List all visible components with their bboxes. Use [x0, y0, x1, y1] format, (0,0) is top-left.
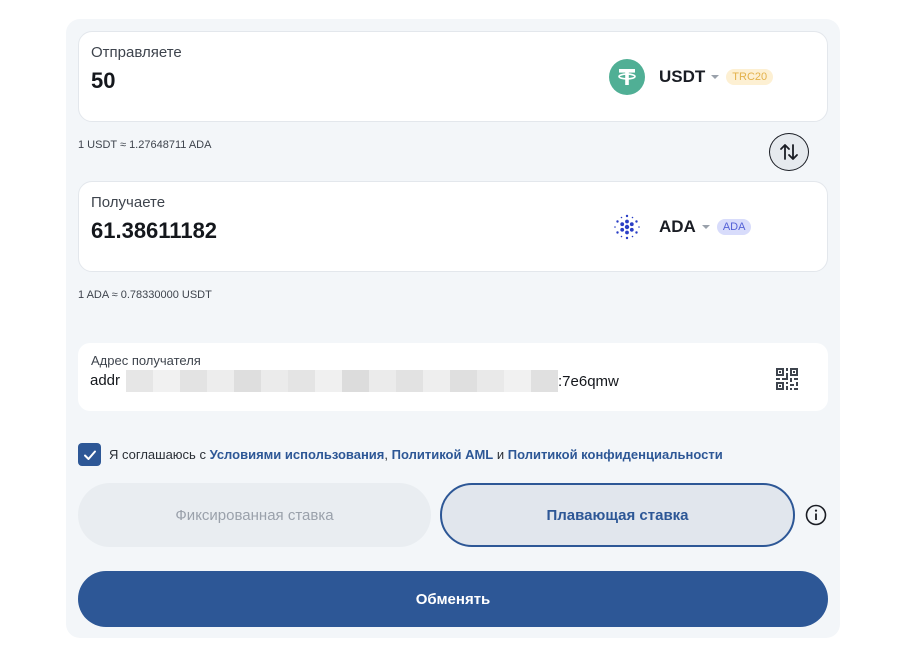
info-icon[interactable]: [805, 504, 827, 526]
send-coin-selector[interactable]: USDT TRC20: [609, 59, 774, 95]
privacy-policy-link[interactable]: Политикой конфиденциальности: [508, 447, 723, 462]
send-amount-input[interactable]: 50: [91, 68, 115, 94]
agree-checkbox[interactable]: [78, 443, 101, 466]
terms-link[interactable]: Условиями использования: [210, 447, 385, 462]
swap-arrows-icon: [780, 144, 798, 160]
swap-button[interactable]: [769, 133, 809, 171]
send-label: Отправляете: [91, 44, 182, 61]
agreement-comma: ,: [384, 447, 392, 462]
chevron-down-icon: [701, 225, 710, 229]
send-card: Отправляете 50 USDT TRC20: [78, 31, 828, 122]
receive-amount: 61.38611182: [91, 218, 218, 243]
send-coin-name: USDT: [659, 67, 706, 86]
aml-policy-link[interactable]: Политикой AML: [392, 447, 494, 462]
receive-card: Получаете 61.38611182 ADA ADA: [78, 181, 828, 272]
receive-network-badge: ADA: [716, 219, 752, 235]
exchange-button[interactable]: Обменять: [78, 571, 828, 627]
agreement-text: Я соглашаюсь с Условиями использования, …: [109, 447, 723, 462]
terms-agreement: Я соглашаюсь с Условиями использования, …: [78, 443, 723, 466]
fixed-rate-button[interactable]: Фиксированная ставка: [78, 483, 431, 547]
recipient-address-label: Адрес получателя: [91, 353, 201, 368]
send-rate: 1 USDT ≈ 1.27648711 ADA: [78, 139, 212, 151]
recipient-address-field[interactable]: Адрес получателя addr :7e6qmw: [78, 343, 828, 411]
chevron-down-icon: [711, 75, 720, 79]
address-redaction: [126, 370, 558, 392]
qr-code-icon[interactable]: [775, 367, 799, 391]
receive-coin-name: ADA: [659, 217, 696, 236]
receive-rate: 1 ADA ≈ 0.78330000 USDT: [78, 289, 212, 301]
agreement-and: и: [493, 447, 508, 462]
floating-rate-button[interactable]: Плавающая ставка: [440, 483, 795, 547]
send-network-badge: TRC20: [726, 69, 774, 85]
tether-icon: [609, 59, 645, 95]
receive-coin-selector[interactable]: ADA ADA: [609, 209, 752, 245]
agreement-prefix: Я соглашаюсь с: [109, 447, 210, 462]
recipient-address-suffix: :7e6qmw: [558, 373, 619, 390]
cardano-icon: [609, 209, 645, 245]
checkmark-icon: [83, 450, 96, 460]
receive-label: Получаете: [91, 194, 166, 211]
